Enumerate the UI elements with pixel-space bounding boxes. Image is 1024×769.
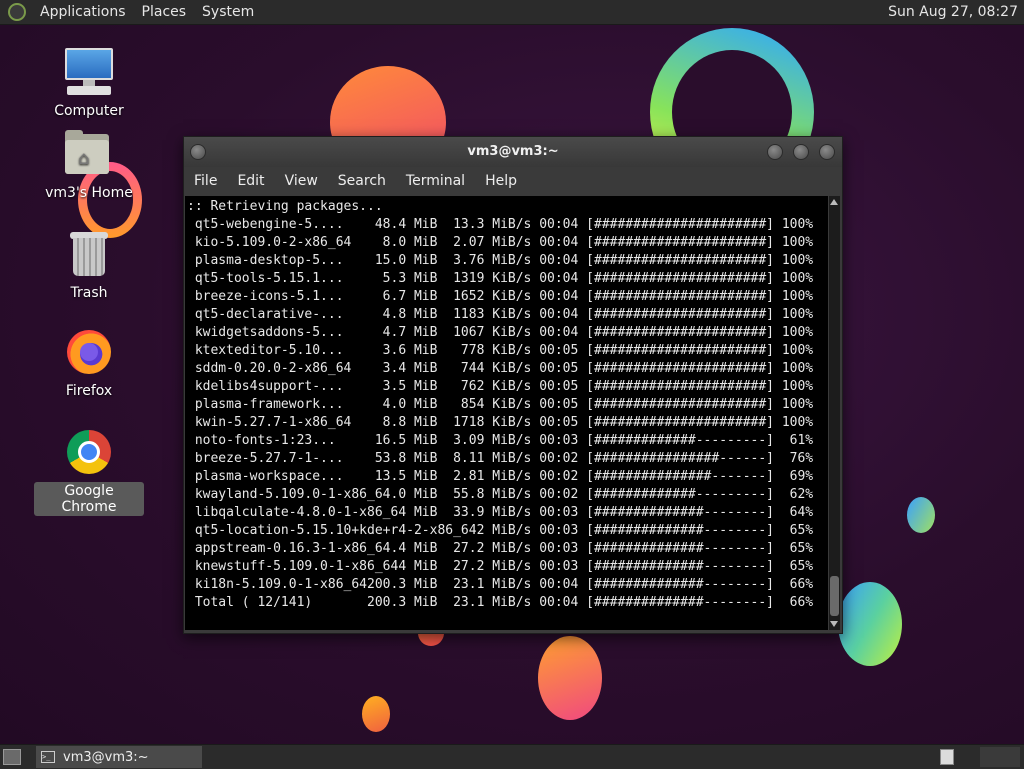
maximize-button[interactable] [793, 144, 809, 160]
desktop-icon-chrome[interactable]: Google Chrome [34, 426, 144, 516]
desktop-icon-trash[interactable]: Trash [34, 228, 144, 302]
terminal-line: qt5-tools-5.15.1... 5.3 MiB 1319 KiB/s 0… [187, 271, 814, 286]
decorative-small-blue-oval [907, 497, 935, 533]
terminal-line: plasma-workspace... 13.5 MiB 2.81 MiB/s … [187, 469, 814, 484]
desktop-icon-firefox[interactable]: Firefox [34, 326, 144, 400]
terminal-line: qt5-declarative-... 4.8 MiB 1183 KiB/s 0… [187, 307, 814, 322]
decorative-blue-oval [838, 582, 902, 666]
chrome-icon [63, 426, 115, 478]
desktop-icon-label: vm3's Home [45, 185, 133, 201]
terminal-line: breeze-5.27.7-1-... 53.8 MiB 8.11 MiB/s … [187, 451, 814, 466]
desktop-icon-label: Computer [54, 103, 124, 119]
menu-view[interactable]: View [275, 173, 328, 189]
menu-system[interactable]: System [194, 4, 262, 20]
decorative-small-oval [362, 696, 390, 732]
desktop-icon-home[interactable]: ⌂ vm3's Home [34, 128, 144, 202]
menu-edit[interactable]: Edit [227, 173, 274, 189]
distro-logo-icon[interactable] [8, 3, 26, 21]
menu-terminal[interactable]: Terminal [396, 173, 475, 189]
terminal-window[interactable]: vm3@vm3:~ File Edit View Search Terminal… [183, 136, 843, 634]
taskbar-item-label: vm3@vm3:~ [63, 749, 149, 765]
terminal-line: qt5-webengine-5.... 48.4 MiB 13.3 MiB/s … [187, 217, 814, 232]
terminal-line: kio-5.109.0-2-x86_64 8.0 MiB 2.07 MiB/s … [187, 235, 814, 250]
terminal-line: appstream-0.16.3-1-x86_64.4 MiB 27.2 MiB… [187, 541, 814, 556]
firefox-icon [63, 326, 115, 378]
terminal-line: libqalculate-4.8.0-1-x86_64 MiB 33.9 MiB… [187, 505, 814, 520]
terminal-line: kwin-5.27.7-1-x86_64 8.8 MiB 1718 KiB/s … [187, 415, 814, 430]
menu-help[interactable]: Help [475, 173, 527, 189]
terminal-scrollbar[interactable] [829, 196, 840, 630]
window-menubar: File Edit View Search Terminal Help [184, 167, 842, 195]
desktop-icon-label: Firefox [65, 383, 113, 399]
menu-applications[interactable]: Applications [32, 4, 134, 20]
menu-file[interactable]: File [184, 173, 227, 189]
minimize-button[interactable] [767, 144, 783, 160]
desktop-icon-computer[interactable]: Computer [34, 46, 144, 120]
workspace-switcher-2[interactable] [980, 747, 1020, 767]
terminal-line: ktexteditor-5.10... 3.6 MiB 778 KiB/s 00… [187, 343, 814, 358]
home-folder-icon: ⌂ [63, 128, 115, 180]
terminal-line: qt5-location-5.15.10+kde+r4-2-x86_642 Mi… [187, 523, 814, 538]
desktop-icon-label: Google Chrome [34, 482, 144, 516]
terminal-line: plasma-desktop-5... 15.0 MiB 3.76 MiB/s … [187, 253, 814, 268]
terminal-line: breeze-icons-5.1... 6.7 MiB 1652 KiB/s 0… [187, 289, 814, 304]
window-title: vm3@vm3:~ [467, 144, 559, 159]
menu-search[interactable]: Search [328, 173, 396, 189]
terminal-line: ki18n-5.109.0-1-x86_64200.3 MiB 23.1 MiB… [187, 577, 814, 592]
terminal-line: sddm-0.20.0-2-x86_64 3.4 MiB 744 KiB/s 0… [187, 361, 814, 376]
terminal-line: noto-fonts-1:23... 16.5 MiB 3.09 MiB/s 0… [187, 433, 814, 448]
scrollbar-thumb[interactable] [830, 576, 839, 616]
computer-icon [63, 46, 115, 98]
terminal-line: kwayland-5.109.0-1-x86_64.0 MiB 55.8 MiB… [187, 487, 814, 502]
terminal-line: knewstuff-5.109.0-1-x86_644 MiB 27.2 MiB… [187, 559, 814, 574]
scroll-up-arrow-icon[interactable] [830, 199, 838, 205]
bottom-panel: >_ vm3@vm3:~ [0, 744, 1024, 769]
menu-places[interactable]: Places [134, 4, 195, 20]
terminal-line: kwidgetsaddons-5... 4.7 MiB 1067 KiB/s 0… [187, 325, 814, 340]
terminal-output[interactable]: :: Retrieving packages... qt5-webengine-… [185, 196, 828, 630]
terminal-icon: >_ [41, 751, 55, 763]
decorative-orange-oval [538, 636, 602, 720]
top-panel: Applications Places System Sun Aug 27, 0… [0, 0, 1024, 25]
close-button[interactable] [819, 144, 835, 160]
terminal-line: plasma-framework... 4.0 MiB 854 KiB/s 00… [187, 397, 814, 412]
terminal-line: Total ( 12/141) 200.3 MiB 23.1 MiB/s 00:… [187, 595, 814, 610]
trash-icon [63, 228, 115, 280]
workspace-switcher-1[interactable] [940, 749, 954, 765]
terminal-line: :: Retrieving packages... [187, 199, 383, 214]
desktop-icon-label: Trash [70, 285, 108, 301]
terminal-line: kdelibs4support-... 3.5 MiB 762 KiB/s 00… [187, 379, 814, 394]
taskbar-item-terminal[interactable]: >_ vm3@vm3:~ [36, 746, 202, 768]
clock[interactable]: Sun Aug 27, 08:27 [882, 4, 1024, 20]
scroll-down-arrow-icon[interactable] [830, 621, 838, 627]
show-desktop-icon[interactable] [3, 749, 21, 765]
window-titlebar[interactable]: vm3@vm3:~ [184, 137, 842, 167]
